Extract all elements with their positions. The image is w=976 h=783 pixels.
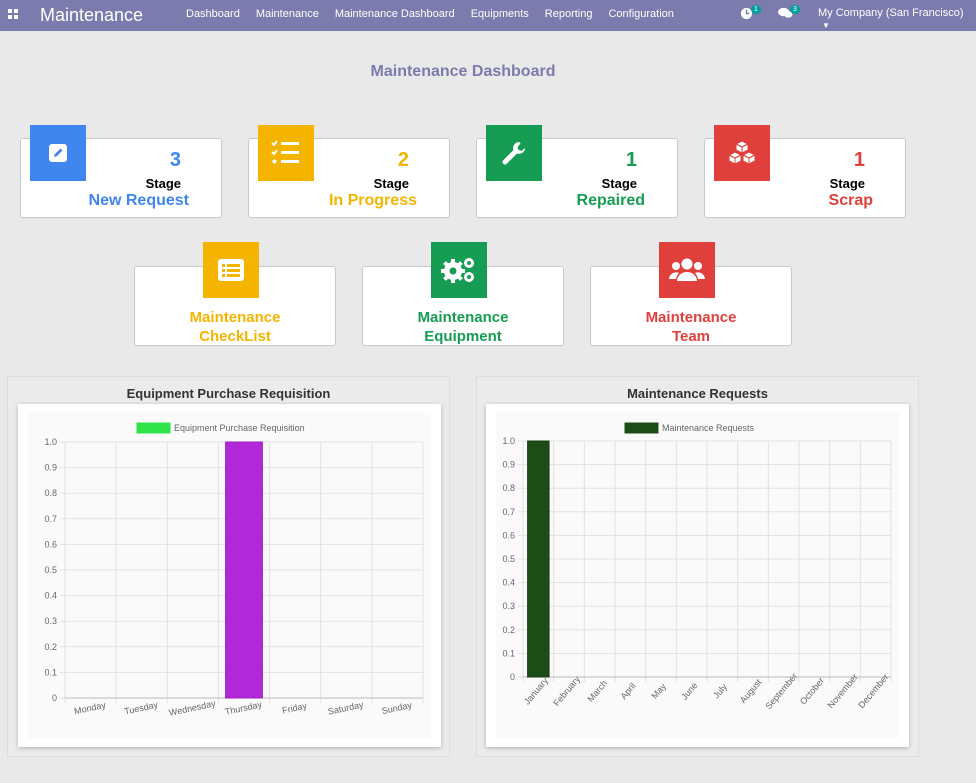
message-count-badge: 3	[790, 5, 800, 14]
y-tick-label: 0.2	[44, 642, 57, 652]
apps-menu-icon[interactable]	[8, 9, 20, 21]
y-tick-label: 0.8	[502, 483, 515, 493]
bar-january	[527, 440, 550, 678]
legend-label: Equipment Purchase Requisition	[174, 423, 305, 433]
company-switcher[interactable]: My Company (San Francisco) ▼	[818, 7, 976, 31]
stage-name: In Progress	[328, 192, 417, 209]
stage-name: New Request	[88, 192, 189, 209]
messages-button[interactable]: 3	[778, 5, 800, 23]
caret-down-icon: ▼	[822, 21, 830, 30]
maintenance-requests-chart: 0 0.1 0.2 0.3 0.4 0.5 0.6 0.7 0.8 0.9 1.0 January Fe…	[486, 404, 909, 747]
menu-dashboard[interactable]: Dashboard	[186, 8, 240, 20]
stage-label: Stage	[145, 176, 181, 191]
cubes-icon	[714, 125, 770, 181]
menu-maintenance-dashboard[interactable]: Maintenance Dashboard	[335, 8, 455, 20]
y-tick-label: 0.9	[502, 460, 515, 470]
y-tick-label: 0.5	[502, 554, 515, 564]
company-name: My Company (San Francisco)	[818, 7, 964, 19]
gears-icon	[431, 242, 487, 298]
y-tick-label: 1.0	[44, 437, 57, 447]
activity-count-badge: 1	[751, 5, 761, 14]
menu-configuration[interactable]: Configuration	[608, 8, 673, 20]
purchase-requisition-chart: 0 0.1 0.2 0.3 0.4 0.5 0.6 0.7 0.8 0.9 1.0 Monday Tue…	[18, 404, 441, 747]
app-title: Maintenance	[40, 5, 144, 25]
stage-count: 3	[169, 149, 181, 171]
legend-label: Maintenance Requests	[662, 423, 755, 433]
maintenance-requests-panel: Maintenance Requests 0 0.1 0.2 0.3 0.4 0.5 0.6…	[476, 376, 919, 757]
top-navbar: Maintenance Dashboard Maintenance Mainte…	[0, 0, 976, 31]
card-label-line2: Equipment	[424, 328, 502, 345]
y-tick-label: 0.9	[44, 463, 57, 473]
y-tick-label: 0.7	[44, 514, 57, 524]
stage-count: 1	[853, 149, 865, 171]
stage-label: Stage	[373, 176, 409, 191]
purchase-requisition-panel: Equipment Purchase Requisition 0 0.1 0.2 0.…	[7, 376, 450, 757]
activity-button[interactable]: 1	[740, 5, 761, 23]
y-tick-label: 0.3	[44, 616, 57, 626]
menu-maintenance[interactable]: Maintenance	[256, 8, 319, 20]
list-alt-icon	[203, 242, 259, 298]
y-tick-label: 0	[510, 672, 515, 682]
stage-name: Scrap	[828, 192, 873, 209]
pencil-icon	[30, 125, 86, 181]
y-tick-label: 0.1	[502, 648, 515, 658]
main-menu: Dashboard Maintenance Maintenance Dashbo…	[186, 8, 690, 20]
y-tick-label: 0.5	[44, 565, 57, 575]
stage-label: Stage	[601, 176, 637, 191]
menu-equipments[interactable]: Equipments	[471, 8, 529, 20]
card-label-line2: CheckList	[199, 328, 271, 345]
y-tick-label: 0.4	[502, 578, 515, 588]
chart-title: Equipment Purchase Requisition	[126, 386, 331, 401]
y-tick-label: 0.1	[44, 667, 57, 677]
y-tick-label: 0.7	[502, 507, 515, 517]
stage-count: 2	[397, 149, 409, 171]
wrench-icon	[486, 125, 542, 181]
checklist-icon	[258, 125, 314, 181]
card-label-line2: Team	[671, 328, 711, 345]
menu-reporting[interactable]: Reporting	[545, 8, 593, 20]
stage-name: Repaired	[576, 192, 645, 209]
card-label-line1: Maintenance	[645, 309, 737, 326]
y-tick-label: 1.0	[502, 436, 515, 446]
maintenance-requests-bar-chart: 00.10.20.30.40.50.60.70.80.91.0January Fe…	[496, 412, 899, 738]
y-tick-label: 0.4	[44, 591, 57, 601]
y-tick-label: 0.2	[502, 625, 515, 635]
stage-count: 1	[625, 149, 637, 171]
y-tick-label: 0.6	[44, 539, 57, 549]
chart-title: Maintenance Requests	[627, 386, 768, 401]
y-tick-label: 0	[52, 693, 57, 703]
legend-swatch	[624, 422, 659, 434]
bar-thursday	[225, 441, 263, 699]
card-label-line1: Maintenance	[189, 309, 281, 326]
card-label-line1: Maintenance	[417, 309, 509, 326]
y-tick-label: 0.8	[44, 488, 57, 498]
legend-swatch	[136, 422, 171, 434]
y-tick-label: 0.3	[502, 601, 515, 611]
users-icon	[659, 242, 715, 298]
purchase-requisition-bar-chart: 00.10.20.30.40.50.60.70.80.91.0Monday Tue…	[28, 412, 431, 738]
page-title: Maintenance Dashboard	[370, 63, 556, 80]
stage-label: Stage	[829, 176, 865, 191]
y-tick-label: 0.6	[502, 530, 515, 540]
